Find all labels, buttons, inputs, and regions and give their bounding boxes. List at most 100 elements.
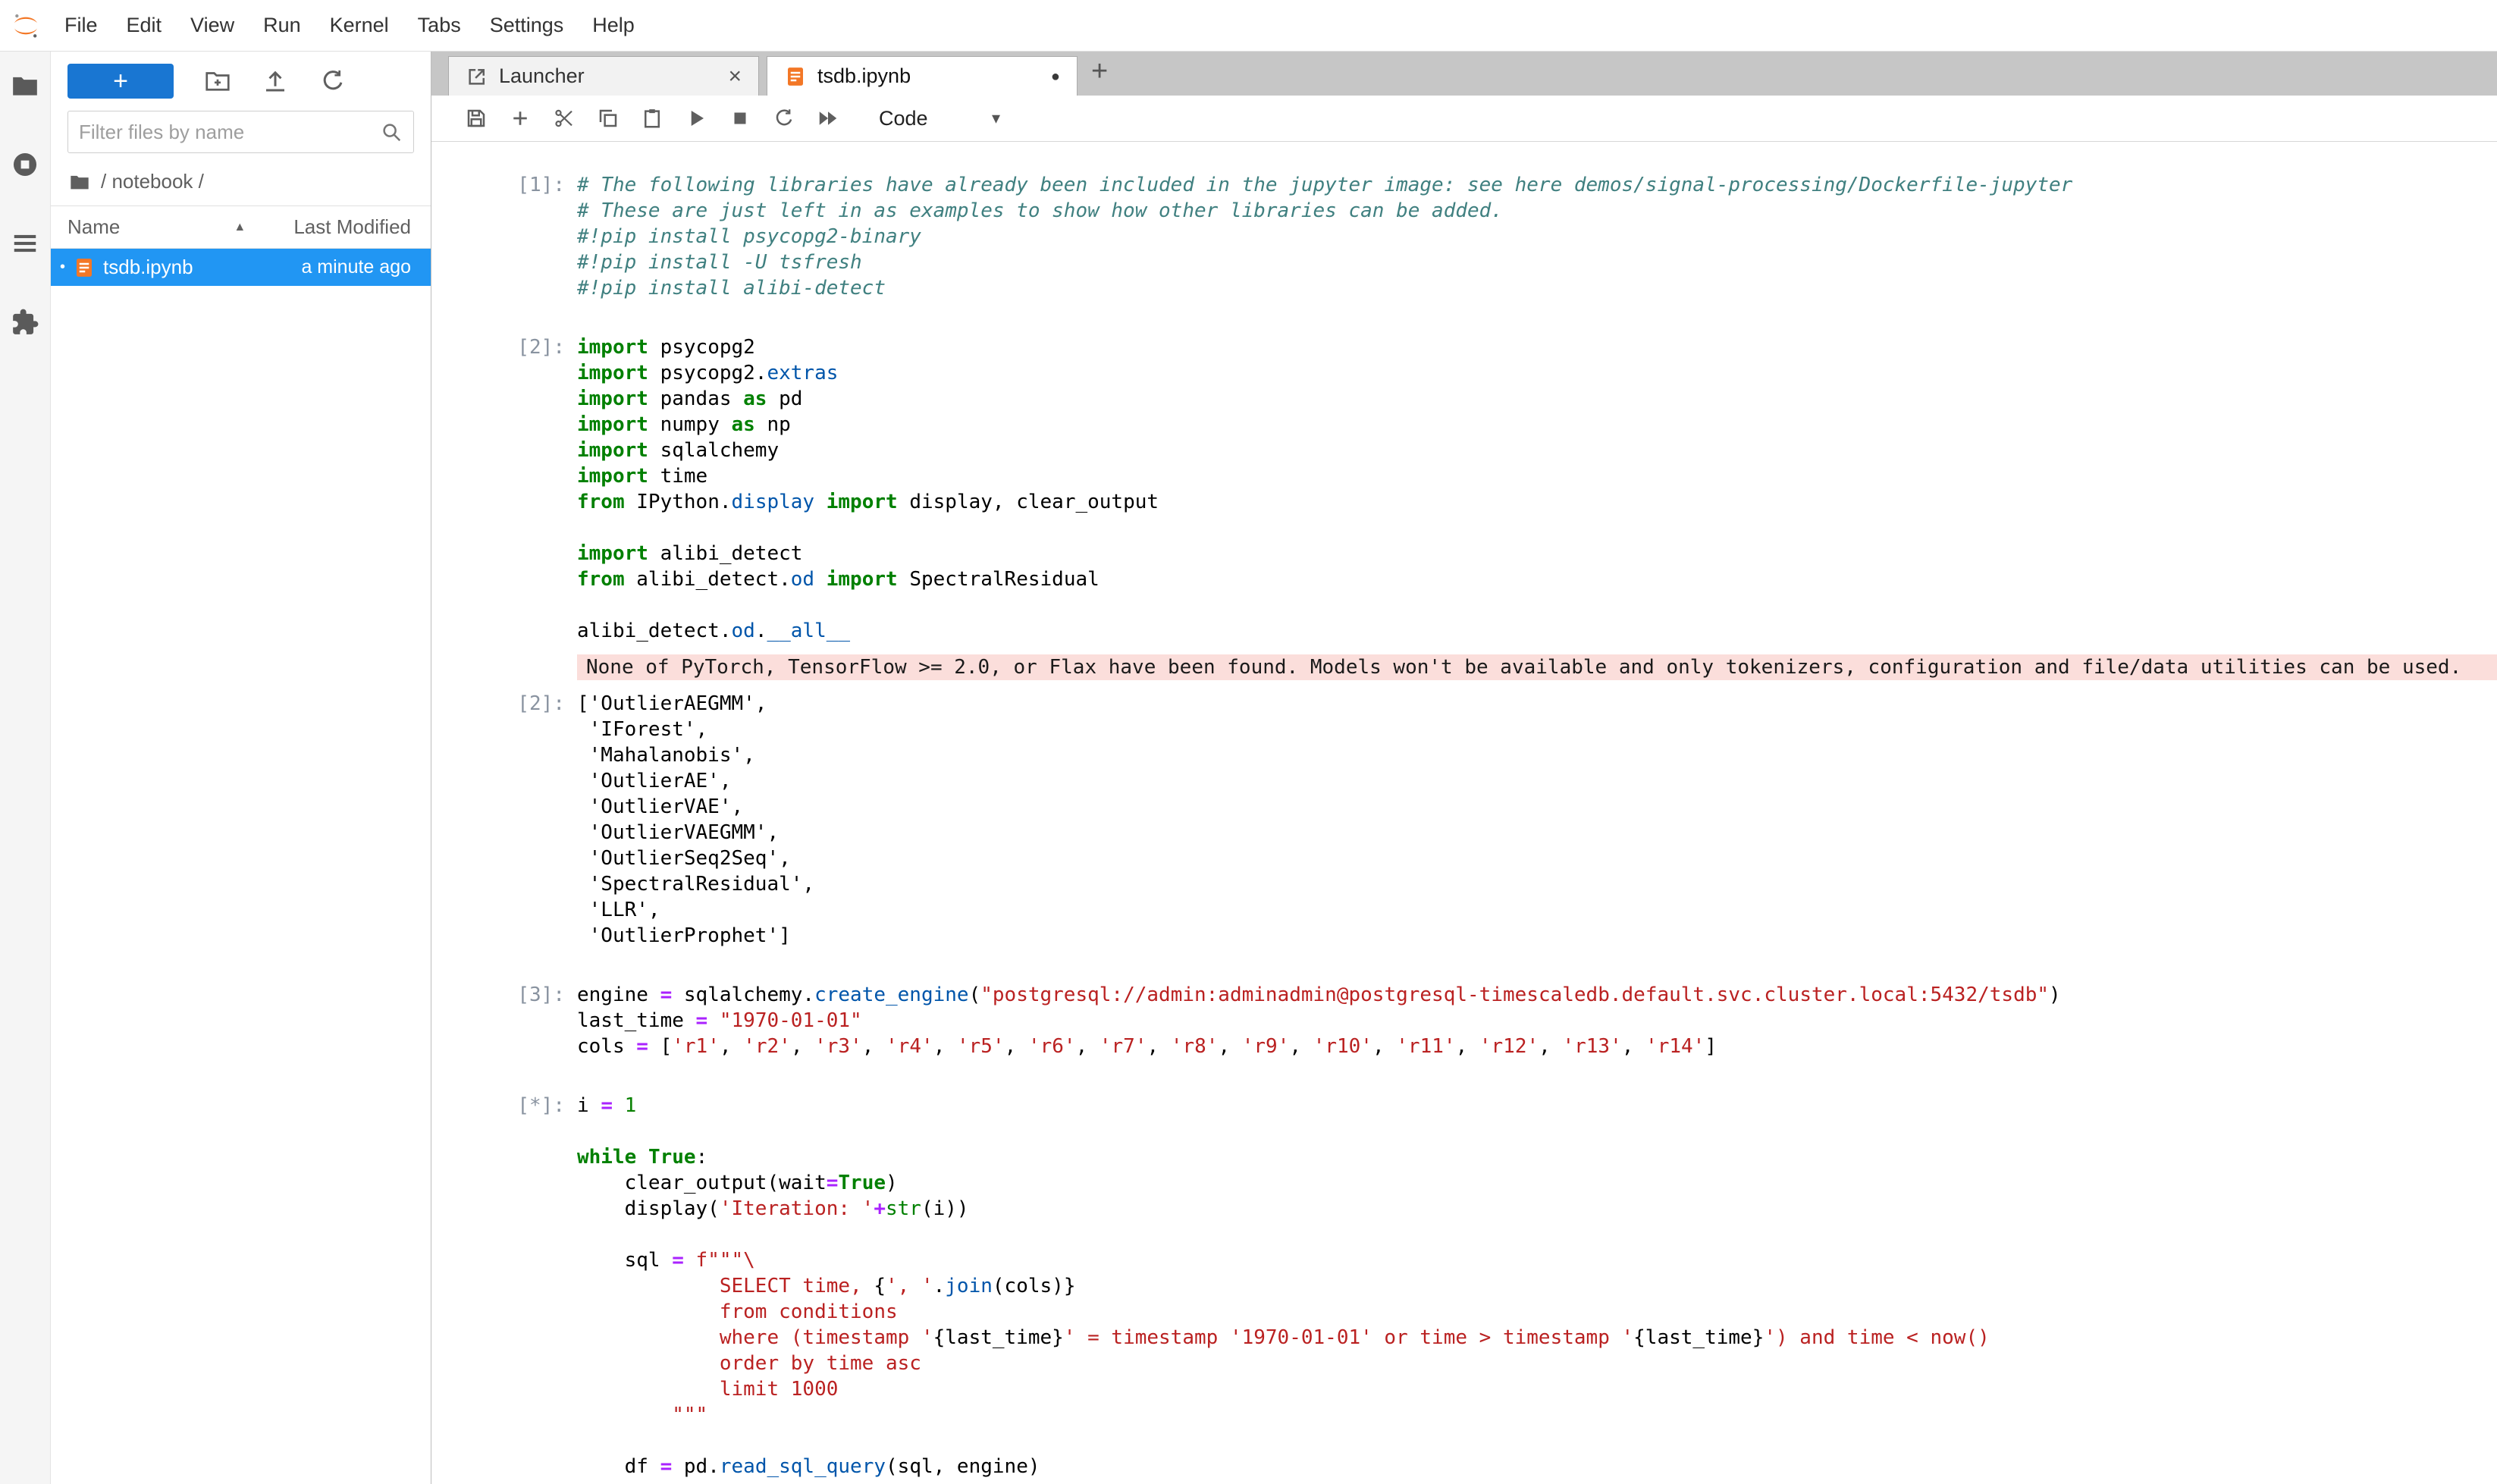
code-line bbox=[577, 592, 2497, 618]
code-editor[interactable]: # The following libraries have already b… bbox=[577, 172, 2497, 301]
add-cell-icon[interactable] bbox=[509, 107, 532, 130]
code-line: cols = ['r1', 'r2', 'r3', 'r4', 'r5', 'r… bbox=[577, 1034, 2497, 1059]
filter-files-input[interactable]: Filter files by name bbox=[67, 111, 414, 153]
code-cell[interactable]: [3]:engine = sqlalchemy.create_engine("p… bbox=[431, 982, 2497, 1059]
menu-file[interactable]: File bbox=[50, 14, 112, 37]
code-line: #!pip install alibi-detect bbox=[577, 275, 2497, 301]
code-line: import sqlalchemy bbox=[577, 438, 2497, 463]
folder-icon bbox=[67, 171, 92, 193]
file-row-selected[interactable]: • tsdb.ipynb a minute ago bbox=[51, 249, 431, 286]
paste-cells-icon[interactable] bbox=[641, 107, 663, 130]
menu-view[interactable]: View bbox=[176, 14, 249, 37]
cell-input-area: [3]:engine = sqlalchemy.create_engine("p… bbox=[431, 982, 2497, 1059]
code-cell[interactable]: [1]:# The following libraries have alrea… bbox=[431, 172, 2497, 301]
code-editor[interactable]: import psycopg2import psycopg2.extrasimp… bbox=[577, 334, 2497, 644]
code-line: alibi_detect.od.__all__ bbox=[577, 618, 2497, 644]
restart-kernel-icon[interactable] bbox=[773, 107, 795, 130]
menu-run[interactable]: Run bbox=[249, 14, 315, 37]
menu-settings[interactable]: Settings bbox=[475, 14, 579, 37]
code-line: from IPython.display import display, cle… bbox=[577, 489, 2497, 515]
restart-run-all-icon[interactable] bbox=[817, 107, 839, 130]
code-cell[interactable]: [2]:import psycopg2import psycopg2.extra… bbox=[431, 334, 2497, 949]
tab-label: Launcher bbox=[499, 64, 585, 88]
code-line: SELECT time, {', '.join(cols)} bbox=[577, 1273, 2497, 1299]
new-tab-button[interactable]: + bbox=[1091, 57, 1108, 86]
code-line: last_time = "1970-01-01" bbox=[577, 1008, 2497, 1034]
code-line: #!pip install psycopg2-binary bbox=[577, 224, 2497, 249]
file-browser-panel: + Filter files by name / notebook / Name… bbox=[51, 52, 431, 1484]
output-line: 'LLR', bbox=[577, 897, 2497, 923]
copy-cells-icon[interactable] bbox=[597, 107, 620, 130]
output-line: 'OutlierVAEGMM', bbox=[577, 820, 2497, 846]
output-line: 'Mahalanobis', bbox=[577, 742, 2497, 768]
code-line bbox=[577, 1118, 2497, 1144]
code-line: order by time asc bbox=[577, 1351, 2497, 1376]
file-browser-toolbar: + bbox=[51, 52, 431, 106]
stop-kernel-icon[interactable] bbox=[729, 107, 751, 130]
running-kernels-icon[interactable] bbox=[11, 150, 39, 179]
filter-files-placeholder: Filter files by name bbox=[79, 121, 380, 144]
code-line: from conditions bbox=[577, 1299, 2497, 1325]
code-editor[interactable]: engine = sqlalchemy.create_engine("postg… bbox=[577, 982, 2497, 1059]
code-line: limit 1000 bbox=[577, 1376, 2497, 1402]
code-line: # The following libraries have already b… bbox=[577, 172, 2497, 198]
tab-tsdb-notebook[interactable]: tsdb.ipynb ● bbox=[767, 56, 1078, 96]
unsaved-dot-icon[interactable]: ● bbox=[1051, 69, 1060, 84]
menu-tabs[interactable]: Tabs bbox=[403, 14, 475, 37]
output-line: 'IForest', bbox=[577, 717, 2497, 742]
code-line: import psycopg2 bbox=[577, 334, 2497, 360]
menu-kernel[interactable]: Kernel bbox=[315, 14, 403, 37]
tab-bar: Launcher × tsdb.ipynb ● + bbox=[431, 52, 2497, 96]
code-line: i = 1 bbox=[577, 1093, 2497, 1118]
output-line: 'OutlierProphet'] bbox=[577, 923, 2497, 949]
menu-edit[interactable]: Edit bbox=[112, 14, 177, 37]
extensions-icon[interactable] bbox=[11, 308, 39, 337]
save-icon[interactable] bbox=[465, 107, 488, 130]
breadcrumb-path: / notebook / bbox=[101, 170, 204, 193]
tab-launcher[interactable]: Launcher × bbox=[448, 56, 759, 96]
cell-type-select[interactable]: Code ▾ bbox=[879, 107, 1000, 130]
code-line: import pandas as pd bbox=[577, 386, 2497, 412]
execution-prompt: [3]: bbox=[431, 982, 577, 1059]
run-cell-icon[interactable] bbox=[685, 107, 707, 130]
code-line: sql = f"""\ bbox=[577, 1247, 2497, 1273]
tab-label: tsdb.ipynb bbox=[817, 64, 911, 88]
code-cell[interactable]: [*]:i = 1 while True: clear_output(wait=… bbox=[431, 1093, 2497, 1479]
menu-bar: File Edit View Run Kernel Tabs Settings … bbox=[0, 0, 2497, 52]
execution-prompt: [1]: bbox=[431, 172, 577, 301]
notebook-file-icon bbox=[73, 256, 96, 279]
cell-type-value: Code bbox=[879, 107, 928, 130]
cell-input-area: [2]:import psycopg2import psycopg2.extra… bbox=[431, 334, 2497, 644]
code-editor[interactable]: i = 1 while True: clear_output(wait=True… bbox=[577, 1093, 2497, 1479]
output-line: 'OutlierVAE', bbox=[577, 794, 2497, 820]
execution-prompt: [2]: bbox=[431, 334, 577, 644]
cut-cells-icon[interactable] bbox=[553, 107, 576, 130]
refresh-icon[interactable] bbox=[319, 67, 347, 95]
upload-icon[interactable] bbox=[262, 67, 289, 95]
notebook-scroll-area[interactable]: [1]:# The following libraries have alrea… bbox=[431, 142, 2497, 1484]
file-modified: a minute ago bbox=[301, 256, 411, 278]
new-launcher-button[interactable]: + bbox=[67, 64, 174, 99]
code-line: """ bbox=[577, 1402, 2497, 1428]
column-name[interactable]: Name bbox=[67, 215, 120, 239]
menu-help[interactable]: Help bbox=[578, 14, 649, 37]
output-line: 'OutlierSeq2Seq', bbox=[577, 846, 2497, 871]
code-line: where (timestamp '{last_time}' = timesta… bbox=[577, 1325, 2497, 1351]
execution-prompt: [*]: bbox=[431, 1093, 577, 1479]
file-browser-icon[interactable] bbox=[11, 71, 39, 100]
new-folder-icon[interactable] bbox=[204, 67, 231, 95]
cell-input-area: [*]:i = 1 while True: clear_output(wait=… bbox=[431, 1093, 2497, 1479]
jupyterlab-window: File Edit View Run Kernel Tabs Settings … bbox=[0, 0, 2497, 1484]
code-line: from alibi_detect.od import SpectralResi… bbox=[577, 566, 2497, 592]
code-line: display('Iteration: '+str(i)) bbox=[577, 1196, 2497, 1222]
output-line: 'SpectralResidual', bbox=[577, 871, 2497, 897]
open-tabs-icon[interactable] bbox=[11, 229, 39, 258]
breadcrumb[interactable]: / notebook / bbox=[51, 153, 431, 206]
close-icon[interactable]: × bbox=[728, 65, 742, 88]
sort-caret-icon[interactable]: ▲ bbox=[234, 221, 246, 234]
notebook-icon bbox=[784, 65, 807, 88]
column-last-modified[interactable]: Last Modified bbox=[293, 215, 411, 239]
code-line: # These are just left in as examples to … bbox=[577, 198, 2497, 224]
notebook-toolbar: Code ▾ bbox=[431, 96, 2497, 142]
code-line: import numpy as np bbox=[577, 412, 2497, 438]
